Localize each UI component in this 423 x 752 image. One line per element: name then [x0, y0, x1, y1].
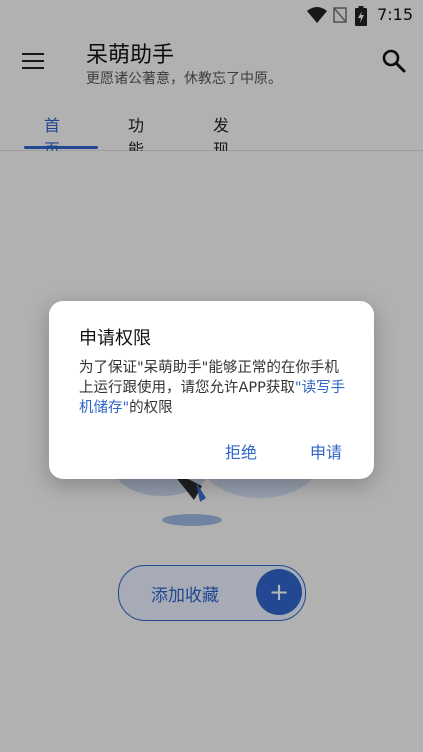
request-button[interactable]: 申请 — [310, 439, 342, 463]
dialog-title: 申请权限 — [79, 328, 151, 349]
deny-button[interactable]: 拒绝 — [225, 439, 257, 463]
dialog-message-suffix: 的权限 — [129, 400, 173, 416]
permission-dialog: 申请权限 为了保证"呆萌助手"能够正常的在你手机上运行跟使用，请您允许APP获取… — [49, 301, 374, 479]
dialog-message: 为了保证"呆萌助手"能够正常的在你手机上运行跟使用，请您允许APP获取"读写手机… — [79, 358, 349, 418]
